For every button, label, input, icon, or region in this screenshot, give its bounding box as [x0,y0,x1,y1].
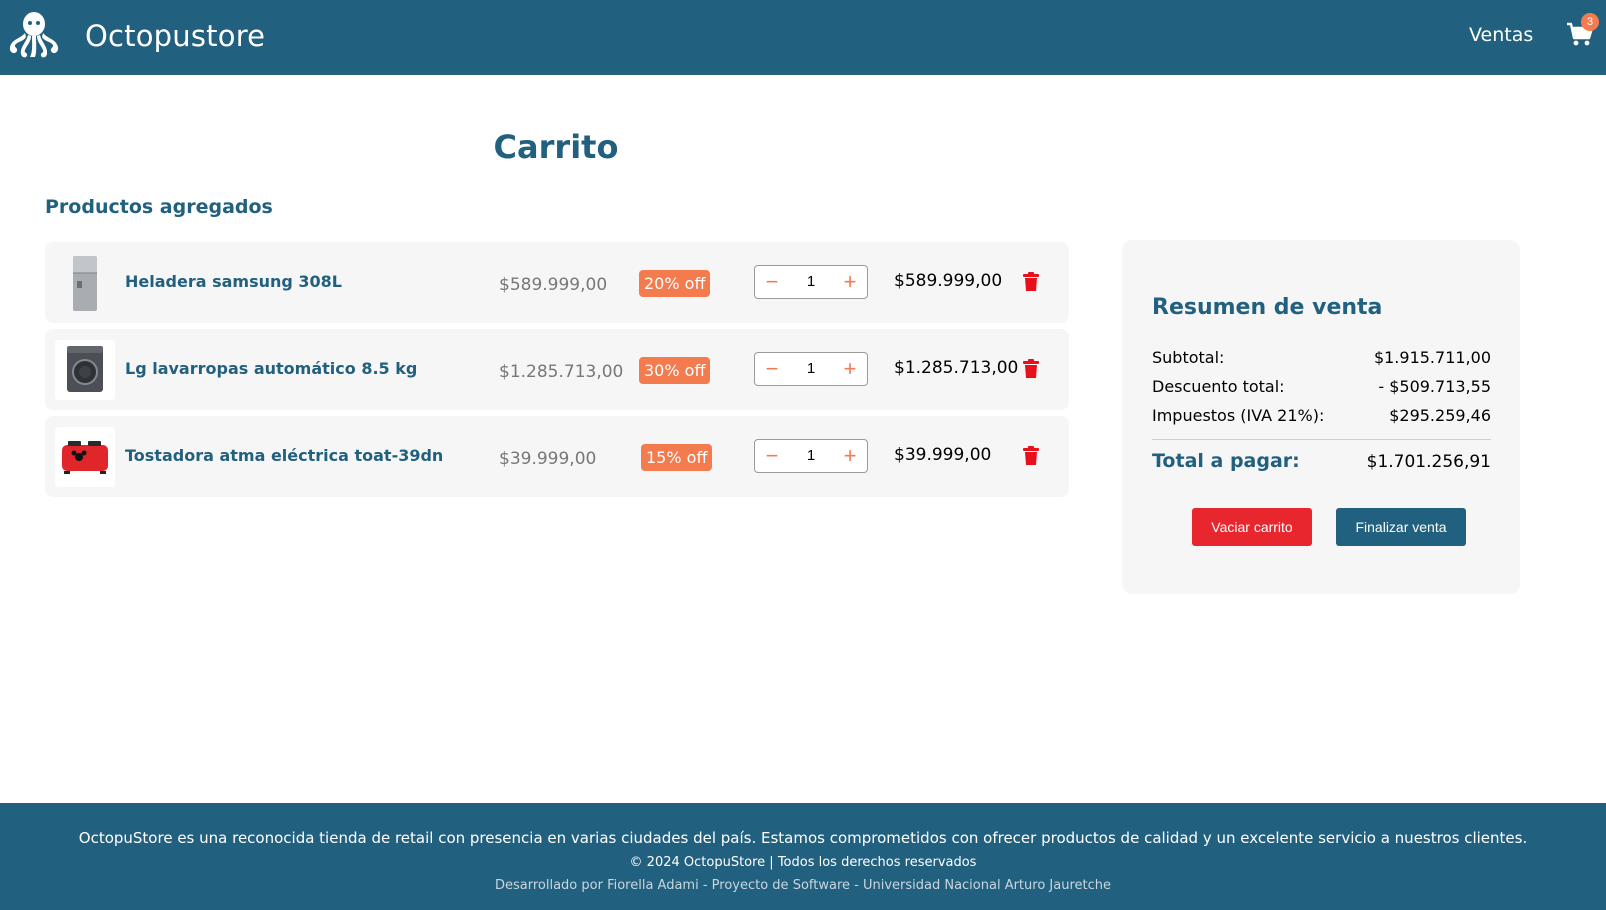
product-image-washer [55,340,115,400]
footer-credits: Desarrollado por Fiorella Adami - Proyec… [494,878,1111,893]
total-label: Total a pagar: [1152,450,1300,472]
increase-quantity-button[interactable]: + [833,440,867,472]
original-price: $39.999,00 [499,449,597,469]
cart-item-row: Tostadora atma eléctrica toat-39dn $39.9… [45,416,1069,497]
brand-name[interactable]: Octopustore [85,19,265,53]
discount-badge: 30% off [639,357,711,384]
increase-quantity-button[interactable]: + [833,266,867,298]
product-name[interactable]: Tostadora atma eléctrica toat-39dn [125,446,443,465]
discount-value: - $509.713,55 [1378,377,1491,396]
quantity-value[interactable]: 1 [789,353,833,385]
cart-count-badge: 3 [1581,13,1599,31]
subtotal-value: $1.915.711,00 [1373,348,1491,367]
page-footer: OctopuStore es una reconocida tienda de … [0,803,1606,910]
quantity-value[interactable]: 1 [789,440,833,472]
increase-quantity-button[interactable]: + [833,353,867,385]
product-image-toaster [55,427,115,487]
page-title: Carrito [493,128,619,166]
discount-badge: 15% off [641,444,713,471]
total-value: $1.701.256,91 [1366,452,1491,472]
summary-title: Resumen de venta [1152,295,1383,320]
quantity-stepper: − 1 + [754,439,868,473]
final-price: $589.999,00 [894,271,1003,291]
discount-label: Descuento total: [1152,377,1285,396]
product-name[interactable]: Lg lavarropas automático 8.5 kg [125,359,417,378]
quantity-value[interactable]: 1 [789,266,833,298]
footer-description: OctopuStore es una reconocida tienda de … [78,829,1528,847]
octopus-logo-icon[interactable] [6,9,62,61]
subtotal-label: Subtotal: [1152,348,1225,367]
product-name[interactable]: Heladera samsung 308L [125,272,342,291]
summary-divider [1152,439,1491,440]
cart-item-row: Heladera samsung 308L $589.999,00 20% of… [45,242,1069,323]
section-title: Productos agregados [45,196,273,218]
final-price: $39.999,00 [894,445,992,465]
product-image-fridge [55,253,115,313]
decrease-quantity-button[interactable]: − [755,266,789,298]
decrease-quantity-button[interactable]: − [755,440,789,472]
cart-item-list: Heladera samsung 308L $589.999,00 20% of… [45,242,1069,503]
quantity-stepper: − 1 + [754,265,868,299]
finish-sale-button[interactable]: Finalizar venta [1336,508,1466,546]
trash-icon[interactable] [1023,359,1039,378]
empty-cart-button[interactable]: Vaciar carrito [1192,508,1312,546]
tax-label: Impuestos (IVA 21%): [1152,406,1325,425]
nav-link-ventas[interactable]: Ventas [1469,24,1533,46]
top-navbar: Octopustore Ventas 3 [0,0,1606,75]
original-price: $1.285.713,00 [499,362,624,382]
decrease-quantity-button[interactable]: − [755,353,789,385]
cart-item-row: Lg lavarropas automático 8.5 kg $1.285.7… [45,329,1069,410]
trash-icon[interactable] [1023,446,1039,465]
sale-summary-panel: Resumen de venta Subtotal: $1.915.711,00… [1122,240,1520,594]
final-price: $1.285.713,00 [894,358,1019,378]
footer-copyright: © 2024 OctopuStore | Todos los derechos … [629,855,977,870]
tax-value: $295.259,46 [1389,406,1491,425]
discount-badge: 20% off [639,270,711,297]
quantity-stepper: − 1 + [754,352,868,386]
trash-icon[interactable] [1023,272,1039,291]
original-price: $589.999,00 [499,275,608,295]
